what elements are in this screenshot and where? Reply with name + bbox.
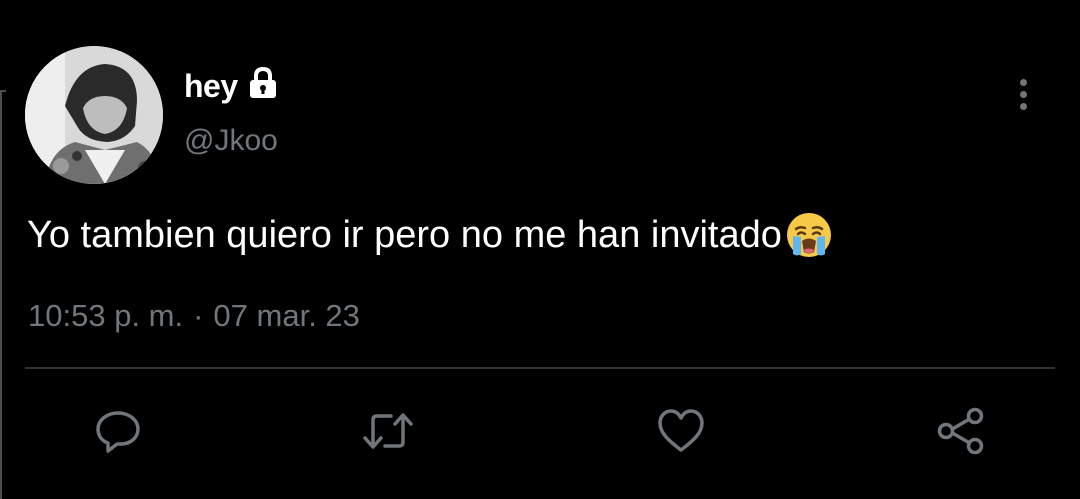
- divider: [25, 367, 1055, 369]
- reply-icon: [96, 411, 140, 453]
- separator: ·: [193, 298, 204, 333]
- like-button[interactable]: [654, 404, 708, 458]
- author-row: hey: [184, 62, 280, 110]
- tweet-date: 07 mar. 23: [213, 298, 360, 333]
- tweet-time: 10:53 p. m.: [28, 298, 184, 333]
- more-options-button[interactable]: [1006, 72, 1040, 116]
- retweet-button[interactable]: [361, 404, 415, 458]
- lock-icon: [246, 66, 280, 100]
- timestamp[interactable]: 10:53 p. m. · 07 mar. 23: [28, 298, 360, 334]
- dot-icon: [1019, 78, 1027, 86]
- share-button[interactable]: [934, 404, 988, 458]
- tweet-text: Yo tambien quiero ir pero no me han invi…: [27, 213, 782, 256]
- handle[interactable]: @Jkoo: [184, 124, 278, 158]
- loudly-crying-face-icon: [784, 210, 834, 260]
- display-name[interactable]: hey: [184, 68, 238, 105]
- tweet-body: Yo tambien quiero ir pero no me han invi…: [27, 210, 834, 260]
- avatar[interactable]: [25, 46, 163, 184]
- dot-icon: [1019, 90, 1027, 98]
- share-icon: [937, 407, 984, 455]
- dot-icon: [1019, 102, 1027, 110]
- heart-icon: [658, 409, 704, 452]
- retweet-icon: [363, 413, 413, 449]
- reply-button[interactable]: [91, 404, 145, 458]
- thread-line: [0, 90, 6, 499]
